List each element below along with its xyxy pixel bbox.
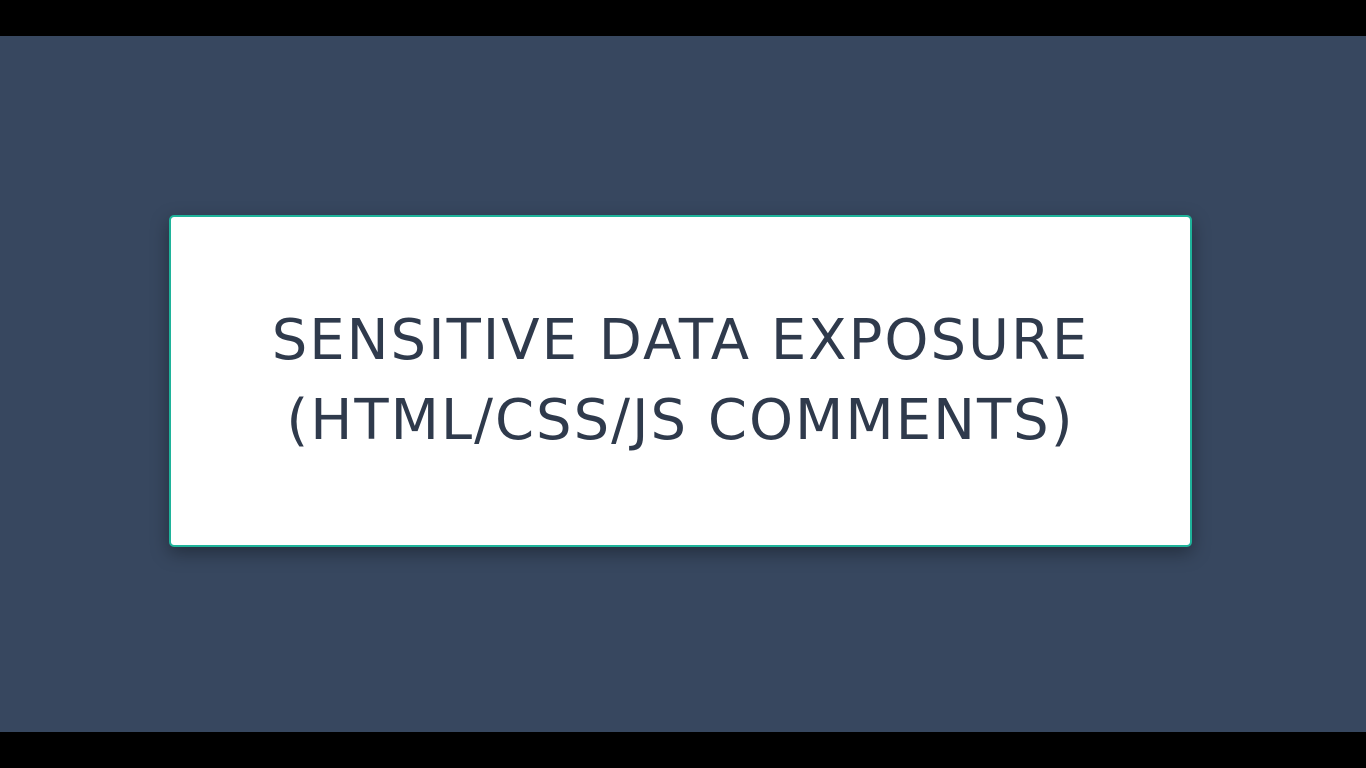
slide-title-line-1: SENSITIVE DATA EXPOSURE [271, 308, 1090, 373]
letterbox-bottom-bar [0, 732, 1366, 768]
slide-background: SENSITIVE DATA EXPOSURE (HTML/CSS/JS COM… [0, 36, 1366, 732]
title-card: SENSITIVE DATA EXPOSURE (HTML/CSS/JS COM… [169, 215, 1192, 547]
slide-title-line-2: (HTML/CSS/JS COMMENTS) [286, 388, 1075, 453]
letterbox-top-bar [0, 0, 1366, 36]
